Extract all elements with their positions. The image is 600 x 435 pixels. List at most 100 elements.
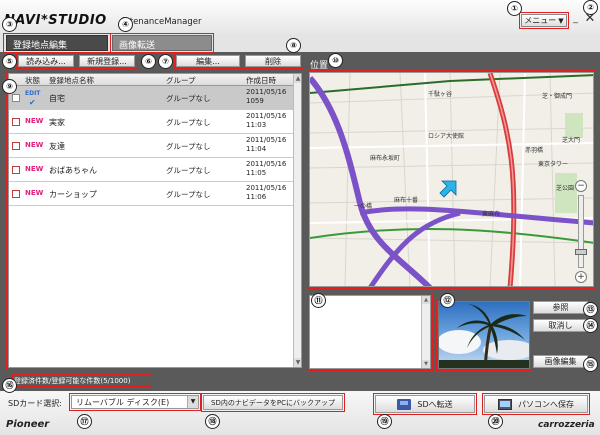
status-badge: NEW: [25, 165, 44, 173]
sd-transfer-button[interactable]: SDへ転送: [375, 395, 475, 413]
point-name: 自宅: [49, 94, 65, 103]
map-label: 東麻布: [482, 211, 501, 218]
status-badge: NEW: [25, 117, 44, 125]
point-date: 2011/05/16 11:05: [246, 160, 287, 177]
map-label: 芝公園: [556, 185, 575, 192]
column-header-name[interactable]: 登録地点名称: [49, 75, 94, 86]
scroll-up-icon[interactable]: ▲: [294, 74, 301, 83]
scroll-down-icon[interactable]: ▼: [294, 358, 301, 367]
check-icon: ✔: [29, 98, 36, 107]
point-name: カーショップ: [49, 190, 97, 199]
sd-card-value: リムーバブル ディスク(E): [76, 398, 170, 407]
status-badge: NEW: [25, 141, 44, 149]
point-date: 2011/05/16 11:04: [246, 136, 287, 153]
annotation-marker: ④: [118, 17, 133, 32]
image-edit-button[interactable]: 画像編集: [533, 355, 588, 368]
annotation-marker: ⑧: [286, 38, 301, 53]
backup-button[interactable]: SD内のナビデータをPCにバックアップ: [203, 395, 343, 410]
map-label: 千駄ヶ谷: [428, 91, 453, 98]
app-subtitle: intenanceManager: [122, 17, 202, 27]
row-checkbox[interactable]: [12, 94, 20, 102]
memo-textarea[interactable]: [309, 295, 431, 369]
annotation-marker: ⑩: [328, 53, 343, 68]
table-row[interactable]: NEW 実家 グループなし 2011/05/16 11:03: [9, 110, 293, 134]
annotation-marker: ⑪: [311, 293, 326, 308]
point-name: 友達: [49, 142, 65, 151]
computer-icon: [498, 398, 512, 410]
sd-card-label: SDカード選択:: [8, 399, 62, 408]
point-photo: [438, 301, 530, 369]
load-button[interactable]: 読み込み...: [18, 55, 74, 67]
annotation-marker: ⑤: [2, 54, 17, 69]
map-roads: [310, 73, 593, 286]
row-checkbox[interactable]: [12, 166, 20, 174]
row-checkbox[interactable]: [12, 190, 20, 198]
chevron-down-icon: ▼: [558, 16, 564, 25]
pc-save-label: パソコンへ保存: [518, 399, 574, 409]
scroll-down-icon[interactable]: ▼: [422, 360, 430, 368]
map-label: 一の橋: [354, 203, 373, 210]
chevron-down-icon[interactable]: ▼: [187, 396, 198, 408]
point-date: 2011/05/16 11:06: [246, 184, 287, 201]
point-group: グループなし: [166, 142, 211, 151]
menu-label: メニュー: [524, 16, 557, 25]
table-row[interactable]: NEW 友達 グループなし 2011/05/16 11:04: [9, 134, 293, 158]
location-label: 位置: [310, 61, 329, 71]
point-group: グループなし: [166, 118, 211, 127]
sd-card-select[interactable]: リムーバブル ディスク(E) ▼: [71, 395, 199, 409]
zoom-slider-handle[interactable]: [575, 249, 587, 255]
point-group: グループなし: [166, 94, 211, 103]
annotation-marker: ⑱: [205, 414, 220, 429]
zoom-slider[interactable]: [578, 195, 584, 268]
annotation-marker: ①: [507, 1, 522, 16]
annotation-marker: ⑦: [158, 54, 173, 69]
tab-register-points[interactable]: 登録地点編集: [6, 35, 108, 51]
column-header-group[interactable]: グループ: [166, 75, 196, 86]
map-label: 芝大門: [562, 137, 581, 144]
status-badge: EDIT: [25, 90, 41, 97]
new-register-button[interactable]: 新規登録...: [79, 55, 135, 67]
pc-save-button[interactable]: パソコンへ保存: [484, 395, 588, 413]
browse-button[interactable]: 参照: [533, 301, 588, 314]
point-name: おばあちゃん: [49, 166, 97, 175]
tab-image-transfer[interactable]: 画像転送: [112, 35, 212, 51]
map-label: 東京タワー: [538, 161, 569, 168]
annotation-marker: ⑳: [488, 414, 503, 429]
menu-button[interactable]: メニュー ▼: [521, 14, 567, 27]
annotation-marker: ⑮: [583, 357, 598, 372]
table-row[interactable]: NEW カーショップ グループなし 2011/05/16 11:06: [9, 182, 293, 206]
point-date: 2011/05/16 11:03: [246, 112, 287, 129]
annotation-marker: ⑨: [2, 79, 17, 94]
registration-count: 登録済件数/登録可能な件数(5/1000): [14, 377, 131, 385]
palm-tree-photo: [439, 302, 529, 368]
column-header-status[interactable]: 状態: [25, 75, 40, 86]
pioneer-logo: Pioneer: [6, 419, 50, 430]
cancel-button[interactable]: 取消し: [533, 319, 588, 332]
annotation-marker: ⑯: [2, 378, 17, 393]
annotation-marker: ②: [583, 0, 598, 15]
carrozzeria-logo: carrozzeria: [538, 420, 595, 430]
annotation-marker: ⑫: [440, 293, 455, 308]
table-row[interactable]: NEW おばあちゃん グループなし 2011/05/16 11:05: [9, 158, 293, 182]
delete-button[interactable]: 削除: [245, 55, 301, 67]
annotation-marker: ③: [2, 17, 17, 32]
map-label: 芝・御成門: [542, 93, 573, 100]
point-group: グループなし: [166, 190, 211, 199]
scroll-up-icon[interactable]: ▲: [422, 296, 430, 304]
annotation-marker: ⑭: [583, 318, 598, 333]
column-header-date[interactable]: 作成日時: [246, 75, 276, 86]
sd-transfer-label: SDへ転送: [417, 399, 453, 409]
edit-button[interactable]: 編集...: [176, 55, 240, 67]
zoom-in-icon[interactable]: +: [575, 271, 587, 283]
map-view[interactable]: 千駄ヶ谷 ロシア大使館 麻布永坂町 東京タワー 赤羽橋 芝・御成門 芝公園 東麻…: [309, 72, 594, 287]
list-scrollbar[interactable]: ▲ ▼: [293, 74, 301, 367]
map-label: ロシア大使館: [428, 133, 465, 140]
registered-points-list: 状態 登録地点名称 グループ 作成日時 EDIT ✔ 自宅 グループなし 201…: [8, 73, 302, 368]
map-label: 麻布十番: [394, 197, 419, 204]
row-checkbox[interactable]: [12, 142, 20, 150]
row-checkbox[interactable]: [12, 118, 20, 126]
memo-scrollbar[interactable]: ▲ ▼: [421, 296, 430, 368]
minimize-icon[interactable]: _: [573, 14, 580, 26]
table-row[interactable]: EDIT ✔ 自宅 グループなし 2011/05/16 1059: [9, 86, 293, 110]
zoom-out-icon[interactable]: −: [575, 180, 587, 192]
